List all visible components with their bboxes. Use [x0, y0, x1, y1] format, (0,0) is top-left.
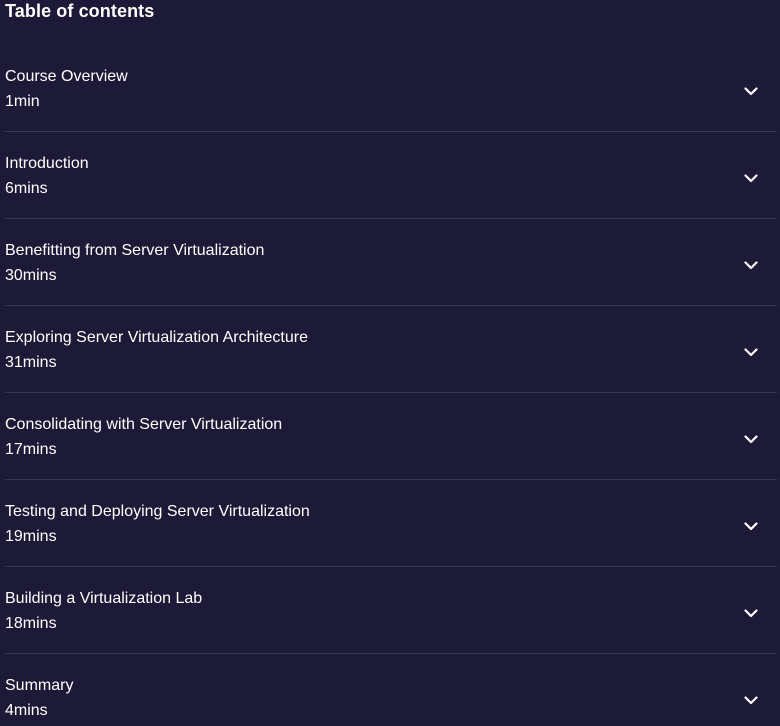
expand-button[interactable] — [741, 168, 761, 188]
toc-item-duration: 1min — [5, 93, 40, 110]
toc-item-summary[interactable]: Summary 4mins — [5, 654, 777, 726]
toc-item-duration: 18mins — [5, 615, 57, 632]
toc-item-title: Building a Virtualization Lab — [5, 590, 203, 607]
expand-button[interactable] — [741, 690, 761, 710]
expand-button[interactable] — [741, 81, 761, 101]
toc-item-title: Exploring Server Virtualization Architec… — [5, 329, 308, 346]
chevron-down-icon — [744, 347, 758, 356]
chevron-down-icon — [744, 173, 758, 182]
toc-item-duration: 6mins — [5, 180, 48, 197]
toc-list: Course Overview 1min Introduction 6mins … — [5, 45, 777, 726]
expand-button[interactable] — [741, 516, 761, 536]
toc-item-duration: 19mins — [5, 528, 57, 545]
chevron-down-icon — [744, 695, 758, 704]
toc-item-title: Benefitting from Server Virtualization — [5, 242, 265, 259]
toc-item-testing[interactable]: Testing and Deploying Server Virtualizat… — [5, 480, 777, 567]
chevron-down-icon — [744, 434, 758, 443]
toc-item-benefitting[interactable]: Benefitting from Server Virtualization 3… — [5, 219, 777, 306]
toc-item-building-lab[interactable]: Building a Virtualization Lab 18mins — [5, 567, 777, 654]
toc-item-title: Introduction — [5, 155, 89, 172]
toc-item-duration: 30mins — [5, 267, 57, 284]
expand-button[interactable] — [741, 255, 761, 275]
toc-title: Table of contents — [5, 1, 155, 21]
table-of-contents: Table of contents Course Overview 1min I… — [0, 0, 780, 726]
toc-item-course-overview[interactable]: Course Overview 1min — [5, 45, 777, 132]
toc-item-duration: 17mins — [5, 441, 57, 458]
toc-item-title: Summary — [5, 677, 74, 694]
chevron-down-icon — [744, 608, 758, 617]
toc-item-duration: 31mins — [5, 354, 57, 371]
toc-item-introduction[interactable]: Introduction 6mins — [5, 132, 777, 219]
toc-item-title: Consolidating with Server Virtualization — [5, 416, 283, 433]
toc-item-exploring[interactable]: Exploring Server Virtualization Architec… — [5, 306, 777, 393]
toc-item-title: Testing and Deploying Server Virtualizat… — [5, 503, 310, 520]
expand-button[interactable] — [741, 603, 761, 623]
chevron-down-icon — [744, 521, 758, 530]
chevron-down-icon — [744, 260, 758, 269]
expand-button[interactable] — [741, 429, 761, 449]
toc-item-duration: 4mins — [5, 702, 48, 719]
expand-button[interactable] — [741, 342, 761, 362]
toc-item-title: Course Overview — [5, 68, 128, 85]
toc-item-consolidating[interactable]: Consolidating with Server Virtualization… — [5, 393, 777, 480]
chevron-down-icon — [744, 86, 758, 95]
